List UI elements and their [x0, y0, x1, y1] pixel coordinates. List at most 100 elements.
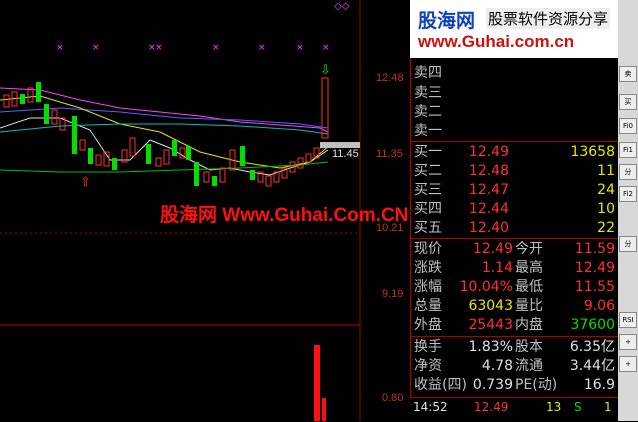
quote-value: 10.04% — [459, 279, 513, 295]
quote-label: 量比 — [515, 298, 543, 314]
candles — [3, 77, 329, 187]
buy-price: 12.49 — [468, 144, 509, 160]
price-axis-label: 12.48 — [376, 72, 404, 84]
buy-row[interactable]: 买二 12.48 11 — [411, 162, 619, 181]
logo-url: www.Guhai.com.cn — [418, 32, 575, 51]
sell-label: 卖三 — [414, 85, 442, 101]
fund-label: PE(动) — [515, 377, 558, 393]
divider — [411, 238, 619, 239]
svg-text:×: × — [155, 43, 163, 53]
svg-text:×: × — [212, 43, 220, 53]
logo-tagline: 股票软件资源分享 — [486, 8, 611, 29]
tick-side: S — [574, 400, 582, 414]
buy-row[interactable]: 买一 12.49 13658 — [411, 143, 619, 162]
buy-price: 12.44 — [468, 201, 509, 217]
buy-row[interactable]: 买四 12.44 10 — [411, 200, 619, 219]
fund-row: 净资 4.78 流通 3.44亿 — [411, 357, 619, 376]
toolbar-button[interactable]: + — [619, 356, 637, 372]
quote-row: 现价 12.49 今开 11.59 — [411, 240, 619, 259]
ma-line-cyan — [0, 123, 329, 135]
quote-value: 1.14 — [481, 260, 513, 276]
svg-text:×: × — [322, 43, 330, 53]
watermark-text: 股海网 Www.Guhai.Com.CN — [160, 205, 409, 226]
quote-value: 11.59 — [574, 241, 615, 257]
quote-label: 总量 — [414, 298, 442, 314]
buy-row[interactable]: 买五 12.40 22 — [411, 219, 619, 238]
sell-row[interactable]: 卖二 — [411, 103, 619, 122]
fund-value: 3.44亿 — [569, 358, 615, 374]
svg-text:×: × — [296, 43, 304, 53]
sell-label: 卖二 — [414, 104, 442, 120]
buy-volume: 22 — [597, 220, 615, 236]
tick-time: 14:52 — [413, 400, 448, 414]
tick-row: 14:52 12.49 13 S 1 — [410, 397, 618, 422]
price-axis-label: 9.19 — [382, 288, 404, 300]
buy-label: 买三 — [414, 182, 442, 198]
volume-bar — [314, 345, 320, 421]
sell-label: 卖一 — [414, 123, 442, 139]
quote-row: 涨幅 10.04% 最低 11.55 — [411, 278, 619, 297]
sell-row[interactable]: 卖三 — [411, 84, 619, 103]
quote-label: 外盘 — [414, 317, 442, 333]
buy-label: 买二 — [414, 163, 442, 179]
fund-label: 流通 — [515, 358, 543, 374]
diamond-marker: ◇◇ — [334, 1, 350, 12]
divider — [411, 336, 619, 337]
quote-value: 12.49 — [472, 241, 513, 257]
fund-value: 0.739 — [472, 377, 513, 393]
toolbar-button[interactable]: + — [619, 334, 637, 350]
quote-value: 12.49 — [574, 260, 615, 276]
toolbar-button[interactable]: 分 — [619, 164, 637, 180]
volume-bar — [322, 398, 326, 421]
quote-panel: 卖五 卖四 卖三 卖二 卖一 买一12.4913658 买二12.4811 买三… — [410, 0, 619, 421]
fund-value: 4.78 — [481, 358, 513, 374]
buy-volume: 13658 — [570, 144, 615, 160]
buy-label: 买一 — [414, 144, 442, 160]
sell-label: 卖四 — [414, 65, 442, 81]
quote-row: 总量 63043 量比 9.06 — [411, 297, 619, 316]
price-axis-label: 0.80 — [382, 392, 404, 404]
fund-label: 收益(四) — [414, 377, 467, 393]
toolbar-button[interactable]: 买 — [619, 94, 637, 110]
buy-volume: 24 — [597, 182, 615, 198]
quote-label: 涨跌 — [414, 260, 442, 276]
svg-text:×: × — [56, 43, 64, 53]
price-axis-label: 11.35 — [376, 148, 403, 160]
quote-row: 外盘 25443 内盘 37600 — [411, 316, 619, 335]
quote-value: 11.55 — [574, 279, 615, 295]
buy-row[interactable]: 买三 12.47 24 — [411, 181, 619, 200]
tick-volume: 13 — [546, 400, 562, 414]
toolbar-button[interactable]: Fi2 — [619, 186, 637, 202]
quote-value: 9.06 — [583, 298, 615, 314]
down-arrow-icon: ⇩ — [320, 63, 331, 78]
svg-text:×: × — [92, 43, 100, 53]
sell-row[interactable]: 卖一 — [411, 122, 619, 141]
sell-row[interactable]: 卖四 — [411, 64, 619, 83]
ma-line-yellow — [0, 95, 331, 169]
fund-value: 16.9 — [583, 377, 615, 393]
quote-value: 63043 — [468, 298, 513, 314]
quote-row: 涨跌 1.14 最高 12.49 — [411, 259, 619, 278]
quote-label: 最高 — [515, 260, 543, 276]
fund-label: 换手 — [414, 339, 442, 355]
toolbar-button[interactable]: RSI — [619, 312, 637, 328]
buy-label: 买五 — [414, 220, 442, 236]
buy-price: 12.40 — [468, 220, 509, 236]
toolbar-button[interactable]: 分 — [619, 236, 637, 252]
buy-volume: 10 — [597, 201, 615, 217]
toolbar-button[interactable]: Fi0 — [619, 118, 637, 134]
toolbar-button[interactable]: Fi1 — [619, 142, 637, 158]
fund-row: 收益(四) 0.739 PE(动) 16.9 — [411, 376, 619, 395]
signal-markers: × × × × × × × × — [56, 43, 330, 53]
buy-label: 买四 — [414, 201, 442, 217]
current-price-tag: 11.45 — [332, 148, 359, 160]
divider — [411, 141, 619, 142]
tick-price: 12.49 — [474, 400, 509, 414]
logo-brand: 股海网 — [418, 10, 476, 32]
quote-label: 最低 — [515, 279, 543, 295]
ma-line-magenta — [0, 87, 329, 133]
buy-price: 12.47 — [468, 182, 509, 198]
svg-text:×: × — [258, 43, 266, 53]
toolbar-button[interactable]: 卖 — [619, 66, 637, 82]
quote-label: 涨幅 — [414, 279, 442, 295]
